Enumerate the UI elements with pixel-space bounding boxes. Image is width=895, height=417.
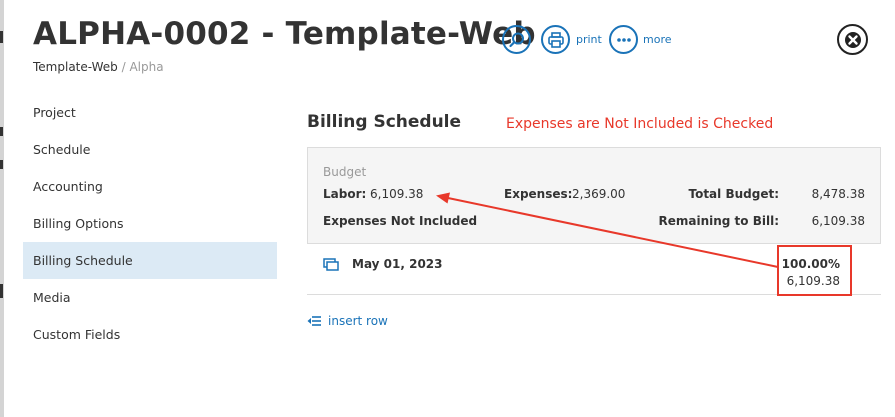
- sidebar-item-custom-fields[interactable]: Custom Fields: [23, 316, 277, 353]
- page-title: ALPHA-0002 - Template-Web: [33, 16, 536, 52]
- search-button[interactable]: [502, 25, 531, 54]
- expenses-not-included: Expenses Not Included: [323, 214, 478, 228]
- schedule-date: May 01, 2023: [352, 257, 443, 271]
- close-button[interactable]: [837, 24, 868, 55]
- budget-heading: Budget: [323, 165, 367, 179]
- budget-summary: Budget Labor: 6,109.38 Expenses: 2,369.0…: [307, 147, 881, 244]
- search-icon: [508, 32, 524, 47]
- sidebar-nav: Project Schedule Accounting Billing Opti…: [23, 94, 277, 353]
- sidebar-item-billing-options[interactable]: Billing Options: [23, 205, 277, 242]
- close-icon: [844, 31, 861, 48]
- sidebar-item-billing-schedule[interactable]: Billing Schedule: [23, 242, 277, 279]
- insert-row-icon: [307, 316, 321, 326]
- billing-period-icon: [323, 258, 339, 271]
- more-dots-icon: [616, 37, 631, 42]
- remaining-label: Remaining to Bill:: [658, 214, 779, 228]
- breadcrumb-separator: /: [117, 60, 130, 74]
- labor-label: Labor:: [323, 187, 367, 201]
- left-window-edge: [0, 0, 4, 417]
- sidebar-item-media[interactable]: Media: [23, 279, 277, 316]
- expenses-label: Expenses:: [504, 187, 573, 201]
- sidebar-item-accounting[interactable]: Accounting: [23, 168, 277, 205]
- labor-value: 6,109.38: [370, 187, 424, 201]
- highlight-box: 100.00% 6,109.38: [777, 245, 852, 296]
- more-link[interactable]: more: [643, 33, 672, 46]
- printer-icon: [547, 31, 564, 48]
- background-text-fragment: [0, 284, 3, 298]
- more-button[interactable]: [609, 25, 638, 54]
- total-budget-label: Total Budget:: [688, 187, 779, 201]
- schedule-percent: 100.00%: [781, 257, 840, 271]
- insert-row-label: insert row: [328, 314, 388, 328]
- remaining-value: 6,109.38: [811, 214, 865, 228]
- insert-row-link[interactable]: insert row: [307, 314, 388, 328]
- schedule-amount: 6,109.38: [786, 274, 840, 288]
- background-text-fragment: [0, 160, 3, 169]
- print-button[interactable]: [541, 25, 570, 54]
- breadcrumb-sub: Alpha: [129, 60, 164, 74]
- print-link[interactable]: print: [576, 33, 602, 46]
- sidebar-item-schedule[interactable]: Schedule: [23, 131, 277, 168]
- total-budget-value: 8,478.38: [811, 187, 865, 201]
- section-title: Billing Schedule: [307, 112, 462, 132]
- expenses-value: 2,369.00: [572, 187, 626, 201]
- background-text-fragment: [0, 127, 3, 136]
- background-text-fragment: [0, 31, 3, 43]
- annotation-note: Expenses are Not Included is Checked: [506, 116, 774, 132]
- breadcrumb-main[interactable]: Template-Web: [33, 60, 118, 74]
- breadcrumb: Template-Web / Alpha: [33, 60, 164, 74]
- sidebar-item-project[interactable]: Project: [23, 94, 277, 131]
